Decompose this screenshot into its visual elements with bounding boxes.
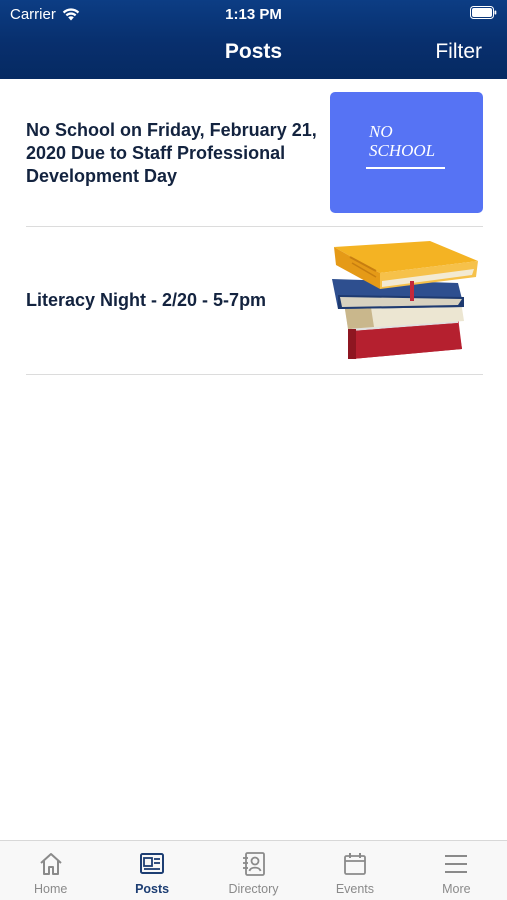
post-title: Literacy Night - 2/20 - 5-7pm xyxy=(26,290,267,310)
directory-icon xyxy=(242,852,265,876)
books-stack-image xyxy=(332,241,478,359)
tab-bar: Home Posts Directory Events More xyxy=(0,840,507,900)
battery-icon xyxy=(470,6,497,19)
tab-posts[interactable]: Posts xyxy=(101,841,202,900)
tab-label: Home xyxy=(34,882,68,896)
tab-label: More xyxy=(442,882,471,896)
post-thumbnail: NO SCHOOL xyxy=(330,92,483,213)
post-title: No School on Friday, February 21, 2020 D… xyxy=(26,120,317,186)
tab-label: Events xyxy=(335,882,375,896)
tab-more[interactable]: More xyxy=(406,841,507,900)
post-item[interactable]: No School on Friday, February 21, 2020 D… xyxy=(26,79,483,227)
posts-icon xyxy=(140,853,165,874)
tab-label: Posts xyxy=(135,882,170,896)
page-title: Posts xyxy=(224,40,283,63)
posts-screen: Carrier 1:13 PM Posts Filter No School o… xyxy=(0,0,507,900)
tab-events[interactable]: Events xyxy=(304,841,405,900)
status-bar: Carrier 1:13 PM xyxy=(0,0,507,28)
thumbnail-underline xyxy=(366,167,445,169)
home-icon xyxy=(40,853,62,875)
tab-home[interactable]: Home xyxy=(0,841,101,900)
menu-icon xyxy=(445,855,468,873)
tab-directory[interactable]: Directory xyxy=(203,841,304,900)
post-item[interactable]: Literacy Night - 2/20 - 5-7pm xyxy=(26,227,483,375)
filter-button[interactable]: Filter xyxy=(435,40,482,64)
header: Carrier 1:13 PM Posts Filter xyxy=(0,0,507,79)
status-time: 1:13 PM xyxy=(225,6,282,23)
thumbnail-text: NO SCHOOL xyxy=(369,122,436,160)
tab-label: Directory xyxy=(228,882,279,896)
calendar-icon xyxy=(344,853,366,875)
